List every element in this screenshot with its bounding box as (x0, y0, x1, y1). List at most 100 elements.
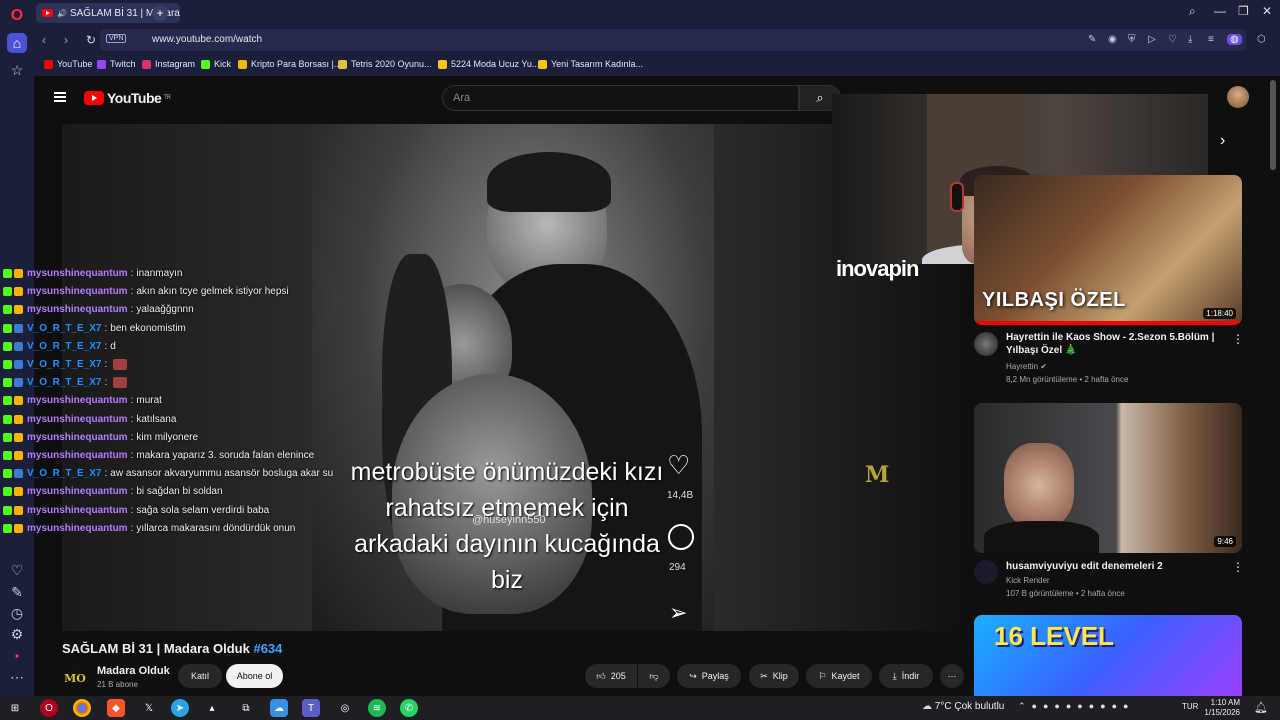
teams-icon[interactable]: T (302, 699, 320, 717)
more-icon[interactable]: ⋯ (7, 667, 27, 687)
rec-thumbnail-1[interactable]: YILBAŞI ÖZEL 1:18:40 (974, 175, 1242, 325)
page-scrollbar[interactable] (1270, 80, 1276, 170)
new-tab-button[interactable]: + (152, 5, 168, 21)
telegram-icon[interactable]: ➤ (171, 699, 189, 717)
speaker-icon[interactable]: 🔊 (57, 9, 67, 18)
back-icon[interactable]: ‹ (42, 33, 46, 47)
rec-channel-avatar[interactable] (974, 332, 998, 356)
rec-title[interactable]: Hayrettin ile Kaos Show - 2.Sezon 5.Bölü… (1006, 331, 1221, 357)
weather-widget[interactable]: ☁ 7°C Çok bulutlu (922, 701, 1004, 712)
chrome-icon[interactable] (73, 699, 91, 717)
search-input[interactable]: Ara (442, 85, 799, 111)
chat-username[interactable]: mysunshinequantum (27, 304, 128, 315)
bookmark-crypto[interactable]: Kripto Para Borsası |... (238, 59, 341, 69)
more-actions-button[interactable]: ⋯ (940, 664, 964, 688)
cloud-icon[interactable]: ☁ (270, 699, 288, 717)
chat-username[interactable]: V_O_R_T_E_X7 (27, 323, 102, 334)
save-button[interactable]: ⚐ Kaydet (806, 664, 872, 688)
capcut-icon[interactable]: ⧉ (237, 699, 255, 717)
close-window-button[interactable]: ✕ (1262, 4, 1272, 18)
url-text[interactable]: www.youtube.com/watch (152, 34, 262, 45)
vpn-badge[interactable]: VPN (106, 34, 127, 43)
menu-icon[interactable]: ≡ (1208, 34, 1214, 45)
bookmark-tetris[interactable]: Tetris 2020 Oyunu... (338, 59, 432, 69)
chat-username[interactable]: mysunshinequantum (27, 286, 128, 297)
cube-icon[interactable]: ⬡ (1257, 34, 1266, 45)
bookmark-tasarim[interactable]: Yeni Tasarım Kadınla... (538, 59, 643, 69)
url-field[interactable] (100, 29, 1246, 51)
channel-name[interactable]: Madara Olduk (97, 665, 170, 677)
join-button[interactable]: Katıl (178, 664, 222, 688)
notification-bell-icon[interactable]: 🔔︎ (1254, 701, 1268, 714)
chat-username[interactable]: mysunshinequantum (27, 395, 128, 406)
x-icon[interactable]: 𝕏 (140, 699, 158, 717)
extension-icon[interactable]: ● (7, 646, 27, 666)
rec-channel-avatar[interactable] (974, 560, 998, 584)
like-button[interactable]: 👍︎ 205 (585, 664, 637, 688)
bookmark-instagram[interactable]: Instagram (142, 59, 195, 69)
download-button[interactable]: ⤓ İndir (879, 664, 933, 688)
system-tray-icons[interactable]: ⌃●●●●●●●●● (1018, 701, 1134, 712)
channel-avatar[interactable]: MO (62, 665, 88, 691)
hamburger-menu-icon[interactable] (54, 92, 66, 102)
chat-username[interactable]: mysunshinequantum (27, 268, 128, 279)
profile-icon[interactable]: ◍ (1227, 34, 1242, 45)
windows-start-icon[interactable]: ⊞ (6, 699, 24, 717)
opera-logo-icon[interactable]: O (7, 6, 27, 26)
share-button[interactable]: ↪ Paylaş (677, 664, 741, 688)
clip-button[interactable]: ✂ Klip (749, 664, 799, 688)
video-player[interactable]: metrobüste önümüzdeki kızı rahatsız etme… (62, 124, 962, 631)
edit-icon[interactable]: ✎ (7, 582, 27, 602)
edit-url-icon[interactable]: ✎ (1088, 34, 1096, 45)
chat-username[interactable]: V_O_R_T_E_X7 (27, 341, 102, 352)
bookmark-kick[interactable]: Kick (201, 59, 231, 69)
play-icon[interactable]: ▷ (1148, 34, 1156, 45)
chat-username[interactable]: V_O_R_T_E_X7 (27, 359, 102, 370)
home-icon[interactable]: ⌂ (7, 33, 27, 53)
rec-title[interactable]: husamviyuviyu edit denemeleri 2 (1006, 560, 1221, 573)
chat-username[interactable]: mysunshinequantum (27, 450, 128, 461)
heart-icon[interactable]: ♡ (7, 560, 27, 580)
reload-icon[interactable]: ↻ (86, 33, 96, 47)
history-icon[interactable]: ◷ (7, 603, 27, 623)
chat-username[interactable]: mysunshinequantum (27, 432, 128, 443)
chevron-right-icon[interactable]: › (1220, 132, 1225, 150)
dislike-button[interactable]: 👎︎ (638, 664, 670, 688)
rec-kebab-icon[interactable]: ⋮ (1232, 560, 1244, 574)
subscribe-button[interactable]: Abone ol (226, 664, 283, 688)
rec-channel[interactable]: Hayrettin ✔ (1006, 362, 1047, 371)
minimize-button[interactable]: — (1214, 4, 1226, 18)
language-indicator[interactable]: TUR (1182, 702, 1198, 711)
bookmark-twitch[interactable]: Twitch (97, 59, 136, 69)
chat-username[interactable]: V_O_R_T_E_X7 (27, 377, 102, 388)
star-icon[interactable]: ☆ (7, 60, 27, 80)
forward-icon[interactable]: › (64, 33, 68, 47)
search-tabs-icon[interactable]: ⌕ (1189, 4, 1196, 19)
obs-icon[interactable]: ◎ (336, 699, 354, 717)
clock[interactable]: 1:10 AM 1/15/2026 (1202, 698, 1240, 718)
youtube-logo[interactable]: YouTube TR (84, 90, 171, 106)
maximize-button[interactable]: ❐ (1238, 4, 1249, 18)
chat-username[interactable]: mysunshinequantum (27, 486, 128, 497)
camera-icon[interactable]: ◉ (1108, 34, 1117, 45)
video-hashtag[interactable]: #634 (253, 641, 282, 656)
settings-icon[interactable]: ⚙ (7, 624, 27, 644)
rec-thumbnail-3[interactable]: 16 LEVEL (974, 615, 1242, 696)
brave-icon[interactable]: ◆ (107, 699, 125, 717)
rec-thumbnail-2[interactable]: 9:46 (974, 403, 1242, 553)
shield-icon[interactable]: ⛨ (1128, 34, 1136, 45)
opera-taskbar-icon[interactable]: O (40, 699, 58, 717)
bookmark-youtube[interactable]: YouTube (44, 59, 92, 69)
bookmark-moda[interactable]: 5224 Moda Ucuz Yu... (438, 59, 539, 69)
user-avatar[interactable] (1227, 86, 1249, 108)
chat-username[interactable]: mysunshinequantum (27, 505, 128, 516)
tradingview-icon[interactable]: ▴ (203, 699, 221, 717)
download-icon[interactable]: ⤓ (1188, 34, 1192, 45)
spotify-icon[interactable]: ≋ (368, 699, 386, 717)
chat-username[interactable]: mysunshinequantum (27, 523, 128, 534)
rec-kebab-icon[interactable]: ⋮ (1232, 332, 1244, 346)
heart-outline-icon[interactable]: ♡ (1168, 34, 1177, 45)
whatsapp-icon[interactable]: ✆ (400, 699, 418, 717)
rec-channel[interactable]: Kick Render (1006, 576, 1050, 585)
chat-username[interactable]: mysunshinequantum (27, 414, 128, 425)
